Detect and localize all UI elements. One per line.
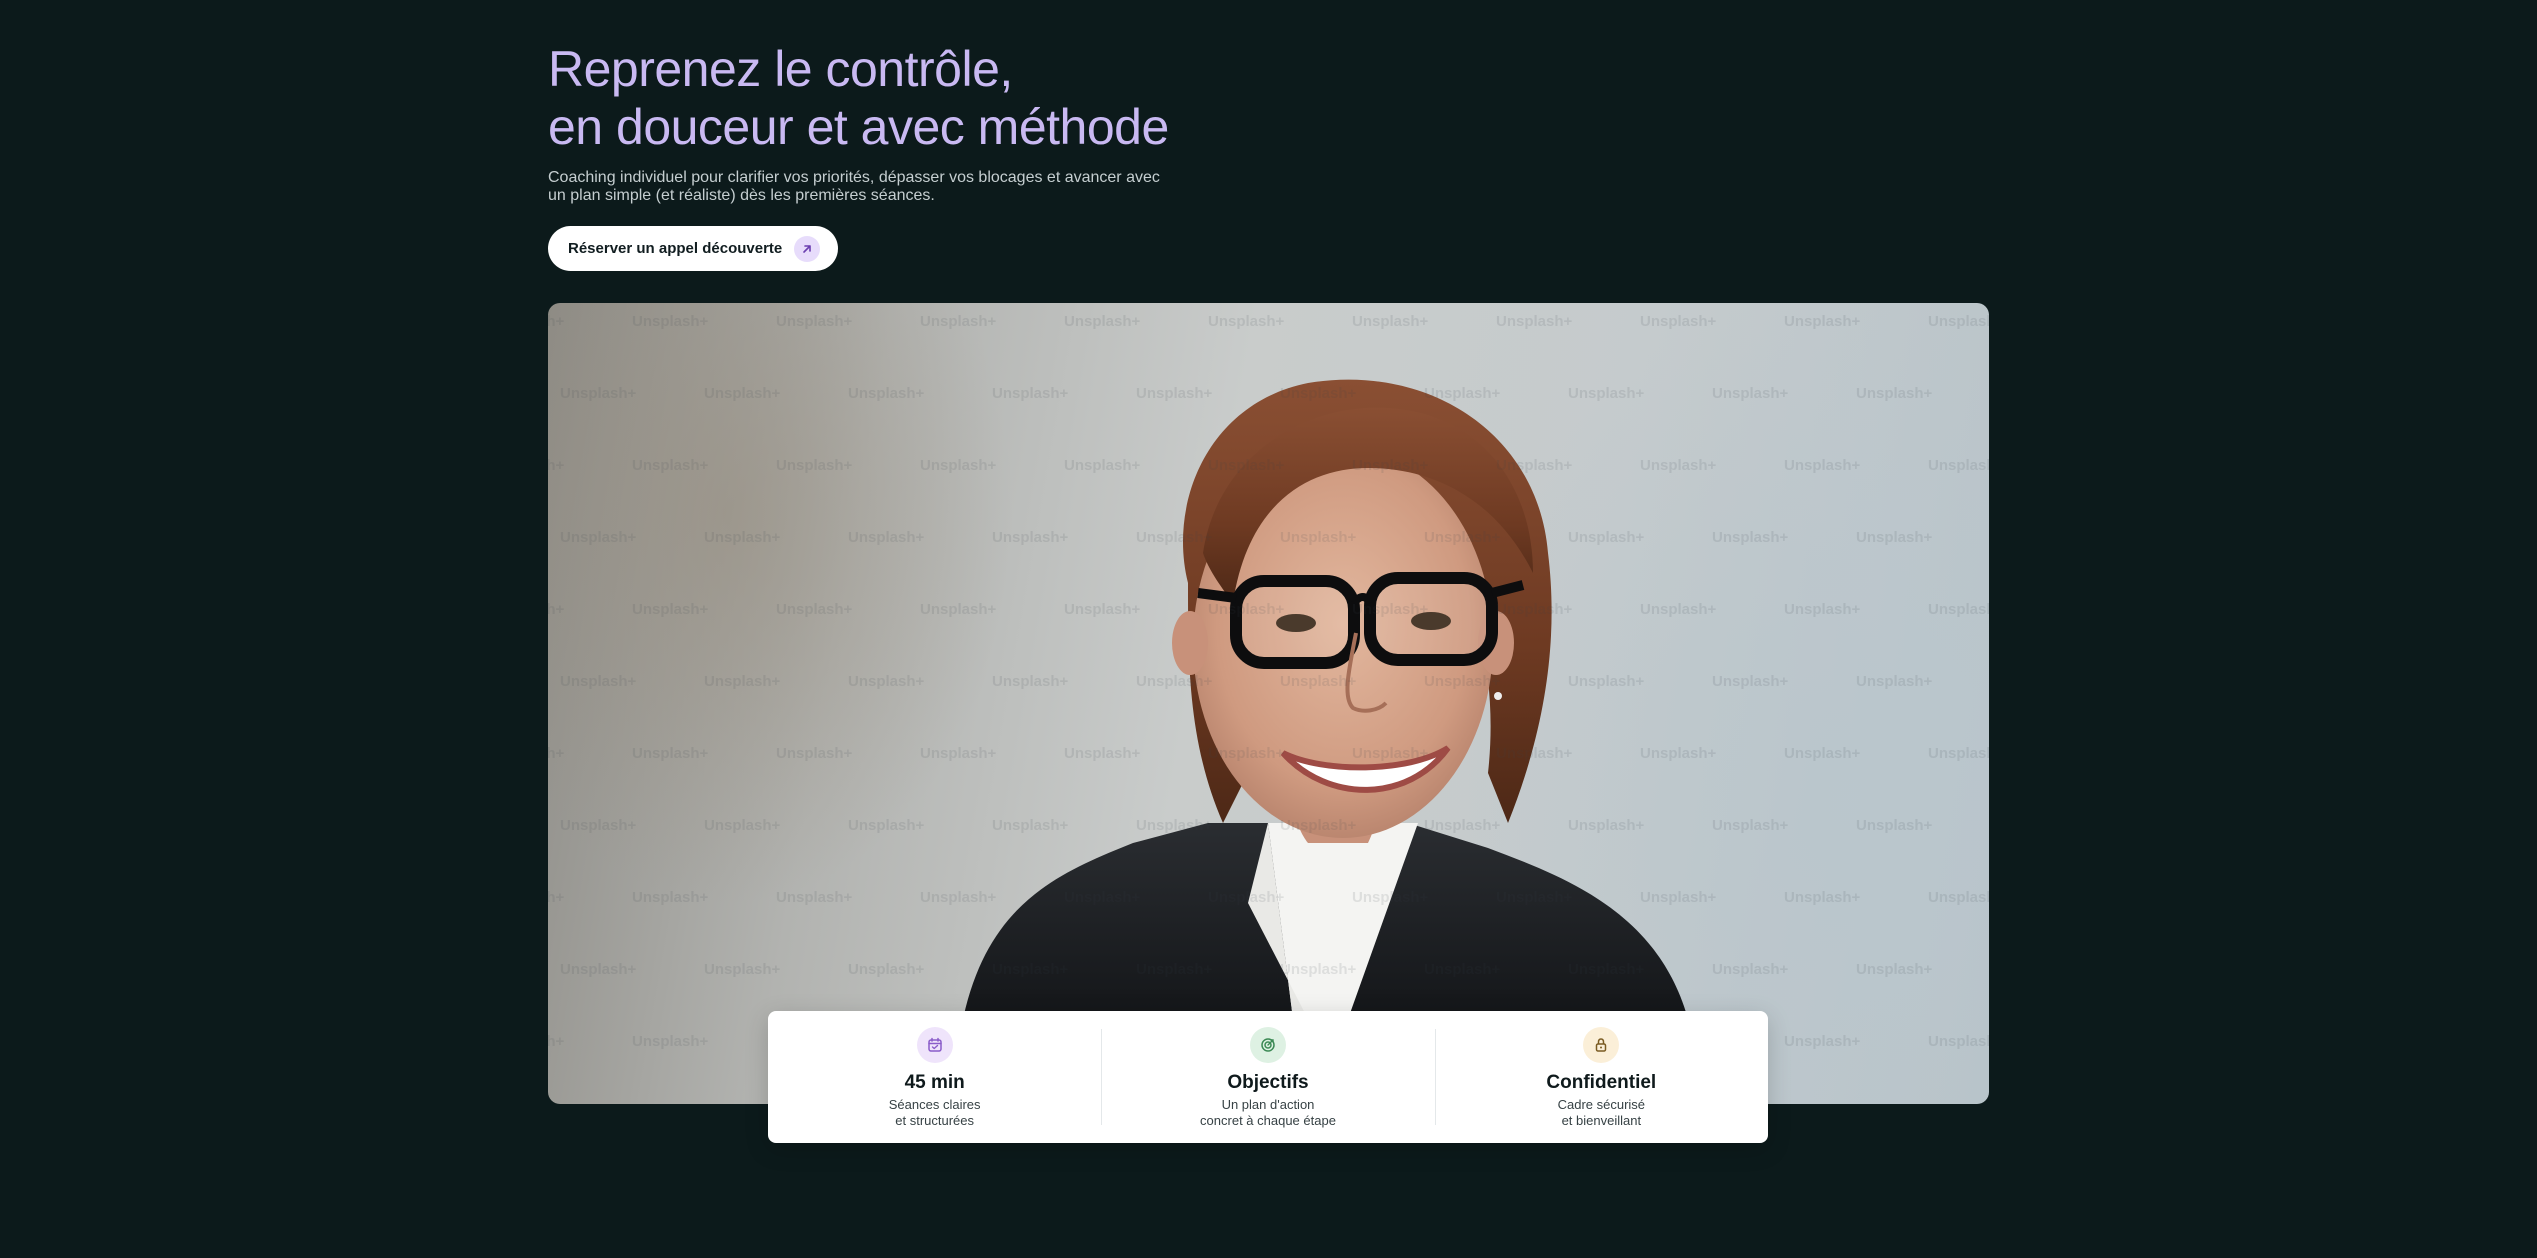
stat-value: Objectifs — [1227, 1072, 1309, 1093]
arrow-up-right-icon — [794, 235, 821, 262]
stat-confidential: Confidentiel Cadre sécurisé et bienveill… — [1434, 1011, 1768, 1143]
hero-headline-line2: en douceur et avec méthode — [548, 99, 1169, 155]
target-icon — [1249, 1027, 1286, 1063]
stat-description-line2: et bienveillant — [1561, 1113, 1642, 1128]
hero-headline-line1: Reprenez le contrôle, — [548, 41, 1013, 97]
stat-description: Séances claires et structurées — [889, 1097, 981, 1129]
stat-value: Confidentiel — [1546, 1072, 1657, 1093]
hero-subtitle-line1: Coaching individuel pour clarifier vos p… — [548, 169, 1160, 186]
book-discovery-call-button[interactable]: Réserver un appel découverte — [548, 226, 839, 271]
book-discovery-call-label: Réserver un appel découverte — [568, 240, 783, 257]
stat-description-line1: Séances claires — [888, 1097, 981, 1112]
hero-headline: Reprenez le contrôle, en douceur et avec… — [548, 40, 1169, 156]
calendar-icon — [916, 1027, 953, 1063]
stat-description: Un plan d'action concret à chaque étape — [1200, 1097, 1336, 1129]
stat-value: 45 min — [904, 1072, 965, 1093]
stat-description: Cadre sécurisé et bienveillant — [1558, 1097, 1645, 1129]
hero-subtitle: Coaching individuel pour clarifier vos p… — [548, 169, 1208, 205]
portrait-illustration — [963, 379, 1688, 1019]
stat-description-line2: et structurées — [895, 1113, 975, 1128]
stat-session-length: 45 min Séances claires et structurées — [768, 1011, 1101, 1143]
hero-subtitle-line2: un plan simple (et réaliste) dès les pre… — [548, 187, 935, 204]
lock-icon — [1583, 1027, 1620, 1063]
stats-card: 45 min Séances claires et structurées Ob… — [768, 1011, 1768, 1143]
stat-objectives: Objectifs Un plan d'action concret à cha… — [1101, 1011, 1434, 1143]
stat-description-line1: Cadre sécurisé — [1557, 1097, 1646, 1112]
stat-description-line1: Un plan d'action — [1221, 1097, 1315, 1112]
hero-photo: Unsplash+Unsplash+Unsplash+Unsplash+Unsp… — [548, 303, 1989, 1104]
stat-description-line2: concret à chaque étape — [1200, 1113, 1336, 1128]
